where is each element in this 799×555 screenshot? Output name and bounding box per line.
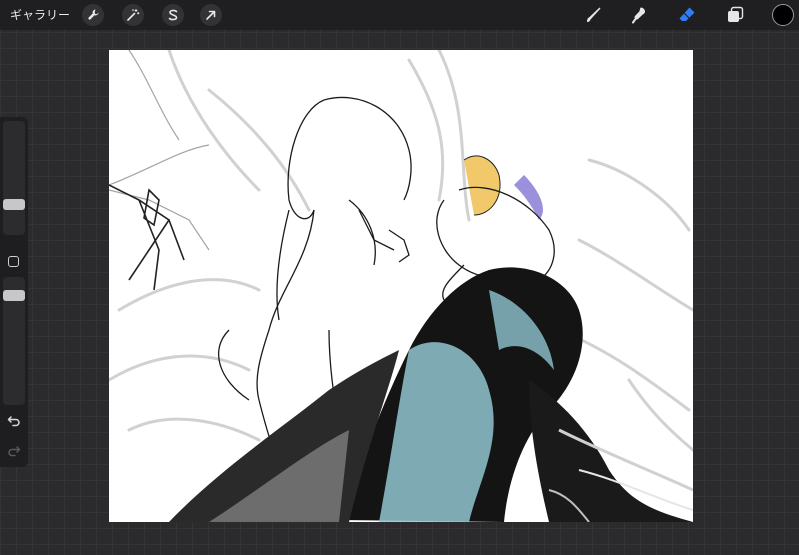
brush-size-thumb[interactable] — [3, 199, 25, 210]
actions-button[interactable] — [82, 4, 104, 26]
undo-icon — [7, 416, 20, 427]
drawing-canvas[interactable] — [109, 50, 693, 522]
s-select-icon — [168, 9, 178, 21]
smudge-tool[interactable] — [628, 4, 650, 26]
brush-icon — [587, 7, 601, 22]
adjustments-button[interactable] — [122, 4, 144, 26]
brush-size-slider[interactable] — [3, 121, 25, 235]
magic-wand-icon — [127, 9, 140, 21]
top-toolbar: ギャラリー — [0, 0, 799, 30]
eraser-icon — [679, 7, 695, 21]
smudge-icon — [632, 7, 645, 24]
transform-button[interactable] — [200, 4, 222, 26]
brush-tool[interactable] — [583, 4, 605, 26]
color-picker-button[interactable] — [772, 4, 794, 26]
layers-button[interactable] — [724, 4, 746, 26]
layers-icon — [728, 6, 744, 22]
square-modifier-icon[interactable] — [8, 256, 19, 267]
selection-button[interactable] — [162, 4, 184, 26]
gallery-button[interactable]: ギャラリー — [10, 6, 70, 24]
wrench-icon — [88, 9, 99, 20]
opacity-thumb[interactable] — [3, 290, 25, 301]
undo-button[interactable] — [6, 414, 22, 428]
eraser-tool[interactable] — [676, 4, 698, 26]
redo-icon — [8, 446, 21, 457]
left-sidebar — [0, 117, 28, 467]
artwork — [109, 50, 693, 522]
redo-button[interactable] — [6, 444, 22, 458]
arrow-cursor-icon — [206, 10, 216, 20]
